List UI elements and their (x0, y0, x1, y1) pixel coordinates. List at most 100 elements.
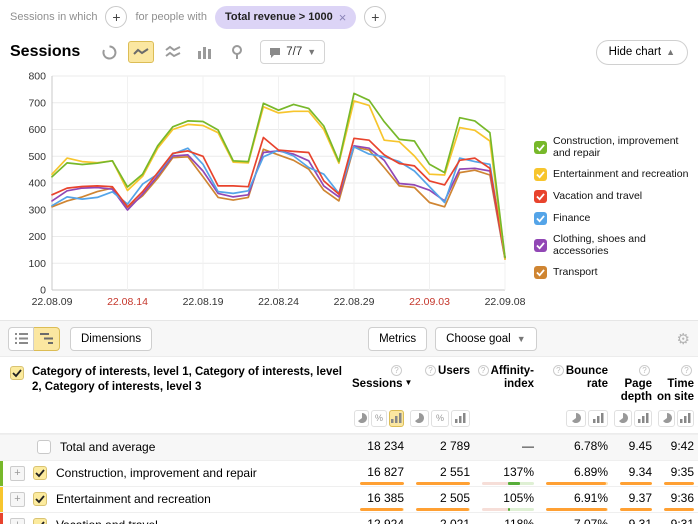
legend-item[interactable]: Clothing, shoes and accessories (534, 234, 694, 257)
choose-goal-button[interactable]: Choose goal ▼ (435, 327, 537, 351)
bars-toggle-icon[interactable] (634, 410, 652, 427)
metric-value-cell: 9.37 (612, 487, 656, 512)
column-header[interactable]: ? Page depth (612, 357, 656, 405)
row-checkbox[interactable] (33, 518, 47, 524)
row-checkbox[interactable] (37, 440, 51, 454)
metrics-button[interactable]: Metrics (368, 327, 427, 351)
chart-zone: 010020030040050060070080022.08.0922.08.1… (0, 68, 698, 320)
table-row[interactable]: Total and average18 2342 789—6.78%9.459:… (0, 434, 698, 460)
pie-toggle-icon[interactable] (658, 410, 675, 427)
row-checkbox[interactable] (33, 492, 47, 506)
legend-item[interactable]: Finance (534, 212, 694, 225)
metrics-label: Metrics (379, 333, 416, 345)
table-row[interactable]: +Entertainment and recreation16 3852 505… (0, 486, 698, 512)
help-icon[interactable]: ? (425, 365, 436, 376)
table-row[interactable]: +Vacation and travel12 9242 021118%7.07%… (0, 512, 698, 524)
percent-toggle-icon[interactable]: % (371, 410, 386, 427)
metric-value-cell: 6.89% (538, 461, 612, 486)
column-header[interactable]: ?Time on site (656, 357, 698, 405)
add-people-filter-button[interactable]: + (364, 6, 386, 28)
legend-checkbox[interactable] (534, 212, 547, 225)
legend-label: Vacation and travel (553, 191, 642, 203)
sessions-line-chart: 010020030040050060070080022.08.0922.08.1… (8, 68, 538, 318)
metric-value-cell: 12 924 (352, 513, 408, 524)
metric-value-cell: 118% (474, 513, 538, 524)
metric-bar (620, 482, 652, 485)
pie-toggle-icon[interactable] (354, 410, 369, 427)
percent-toggle-icon[interactable]: % (431, 410, 450, 427)
metric-value: — (522, 439, 534, 453)
column-header[interactable]: ?Bounce rate (538, 357, 612, 405)
column-header[interactable]: ?Affinity-index (474, 357, 538, 405)
help-icon[interactable]: ? (478, 365, 489, 376)
row-checkbox[interactable] (33, 466, 47, 480)
legend-checkbox[interactable] (534, 239, 547, 252)
row-label: Total and average (60, 440, 155, 454)
metric-value-cell: 2 021 (408, 513, 474, 524)
table-row[interactable]: + Construction, improvement and repair 16 … (0, 460, 698, 486)
help-icon[interactable]: ? (553, 365, 564, 376)
bars-toggle-icon[interactable] (451, 410, 470, 427)
filter-chip-label: Total revenue > 1000 (225, 11, 333, 23)
filter-bar: Sessions in which + for people with Tota… (0, 0, 698, 32)
dimension-checkbox[interactable] (10, 366, 24, 380)
annotations-count: 7/7 (286, 46, 302, 58)
pie-toggle-icon[interactable] (614, 410, 632, 427)
column-chart-icon[interactable] (192, 41, 218, 63)
legend-item[interactable]: Construction, improvement and repair (534, 136, 694, 159)
dimensions-button[interactable]: Dimensions (70, 327, 152, 351)
expand-button[interactable]: + (10, 518, 25, 524)
hide-chart-button[interactable]: Hide chart ▲ (596, 40, 688, 65)
metric-value-cell: 16 827 (352, 461, 408, 486)
help-icon[interactable]: ? (639, 365, 650, 376)
column-header[interactable]: ?Users (408, 357, 474, 405)
legend-checkbox[interactable] (534, 190, 547, 203)
hide-chart-label: Hide chart (609, 46, 661, 58)
affinity-bar (482, 482, 534, 485)
help-icon[interactable]: ? (391, 365, 402, 376)
legend-checkbox[interactable] (534, 266, 547, 279)
legend-item[interactable]: Entertainment and recreation (534, 168, 694, 181)
bars-toggle-icon[interactable] (588, 410, 608, 427)
choose-goal-label: Choose goal (446, 333, 511, 345)
y-axis-tick: 100 (28, 258, 46, 270)
legend-checkbox[interactable] (534, 141, 547, 154)
stacked-chart-icon[interactable] (160, 41, 186, 63)
legend-item[interactable]: Vacation and travel (534, 190, 694, 203)
metric-value-cell: 16 385 (352, 487, 408, 512)
map-pin-icon[interactable] (224, 41, 250, 63)
comment-icon (269, 47, 281, 58)
metric-value: 16 385 (367, 491, 404, 505)
legend-label: Transport (553, 267, 598, 279)
pie-toggle-icon[interactable] (410, 410, 429, 427)
column-header-label: Bounce rate (566, 365, 608, 390)
row-label: Construction, improvement and repair (56, 466, 257, 480)
help-icon[interactable]: ? (681, 365, 692, 376)
bars-toggle-icon[interactable] (677, 410, 694, 427)
add-session-filter-button[interactable]: + (105, 6, 127, 28)
y-axis-tick: 800 (28, 71, 46, 83)
close-icon[interactable]: × (339, 10, 347, 25)
column-header-label: Page depth (621, 378, 652, 403)
list-view-icon[interactable] (8, 327, 34, 351)
tree-view-icon[interactable] (34, 327, 60, 351)
annotations-button[interactable]: 7/7 ▼ (260, 40, 325, 64)
column-header[interactable]: ?Sessions▼ (352, 357, 408, 405)
metric-value-cell: 9.34 (612, 461, 656, 486)
bars-toggle-icon[interactable] (389, 410, 404, 427)
line-chart-icon[interactable] (128, 41, 154, 63)
gear-icon[interactable]: ⚙ (677, 330, 690, 348)
legend-item[interactable]: Transport (534, 266, 694, 279)
metric-value-cell: 7.07% (538, 513, 612, 524)
expand-button[interactable]: + (10, 466, 25, 481)
expand-button[interactable]: + (10, 492, 25, 507)
pie-toggle-icon[interactable] (566, 410, 586, 427)
filter-chip[interactable]: Total revenue > 1000 × (215, 6, 356, 29)
metric-value: 6.91% (574, 491, 608, 505)
pie-chart-icon[interactable] (96, 41, 122, 63)
legend-checkbox[interactable] (534, 168, 547, 181)
metric-value-cell: 18 234 (352, 435, 408, 460)
x-axis-tick: 22.08.09 (32, 296, 73, 308)
metric-bar (664, 508, 694, 511)
metric-value: 9:35 (671, 465, 694, 479)
